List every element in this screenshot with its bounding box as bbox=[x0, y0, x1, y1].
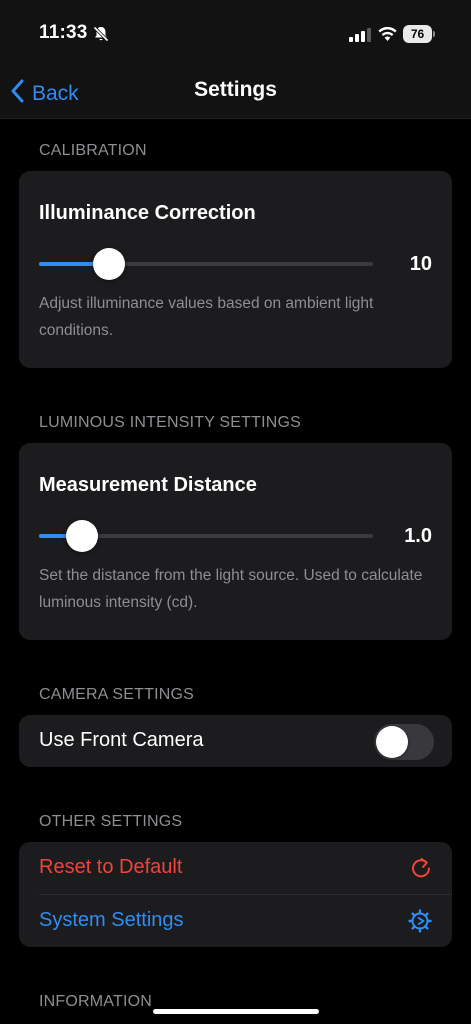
section-header-camera: CAMERA SETTINGS bbox=[39, 686, 195, 703]
section-header-luminous: LUMINOUS INTENSITY SETTINGS bbox=[39, 414, 302, 431]
illuminance-correction-title: Illuminance Correction bbox=[39, 202, 256, 224]
luminous-card: Measurement Distance 1.0 Set the distanc… bbox=[19, 443, 452, 640]
battery-tip bbox=[433, 31, 435, 37]
gear-icon bbox=[408, 909, 432, 938]
navigation-bar: Back Settings bbox=[0, 70, 471, 119]
system-settings-label: System Settings bbox=[39, 909, 184, 931]
page-title: Settings bbox=[194, 78, 277, 101]
status-time: 11:33 bbox=[39, 22, 88, 43]
illuminance-slider[interactable] bbox=[39, 248, 373, 280]
toggle-knob bbox=[376, 726, 408, 758]
distance-slider[interactable] bbox=[39, 520, 373, 552]
status-bar: 11:33 76 bbox=[0, 0, 471, 70]
illuminance-value: 10 bbox=[409, 253, 432, 275]
front-camera-toggle[interactable] bbox=[374, 724, 434, 760]
section-header-information: INFORMATION bbox=[39, 993, 153, 1010]
measurement-distance-title: Measurement Distance bbox=[39, 474, 257, 496]
reset-to-default-row[interactable]: Reset to Default bbox=[19, 842, 452, 895]
other-settings-card: Reset to Default System Settings bbox=[19, 842, 452, 947]
distance-slider-thumb[interactable] bbox=[66, 520, 99, 552]
illuminance-description: Adjust illuminance values based on ambie… bbox=[39, 295, 374, 339]
bell-slash-icon bbox=[92, 25, 110, 48]
settings-screen: 11:33 76 Back Settings CALIBRATION Illum… bbox=[0, 0, 471, 1024]
section-header-other: OTHER SETTINGS bbox=[39, 813, 183, 830]
section-header-calibration: CALIBRATION bbox=[39, 142, 147, 159]
front-camera-label: Use Front Camera bbox=[39, 729, 204, 751]
distance-description: Set the distance from the light source. … bbox=[39, 567, 423, 611]
signal-icon bbox=[349, 28, 371, 47]
reset-icon bbox=[410, 856, 432, 885]
illuminance-slider-thumb[interactable] bbox=[93, 248, 126, 280]
battery-icon: 76 bbox=[403, 25, 432, 43]
distance-value: 1.0 bbox=[404, 525, 432, 547]
reset-to-default-label: Reset to Default bbox=[39, 856, 183, 878]
calibration-card: Illuminance Correction 10 Adjust illumin… bbox=[19, 171, 452, 368]
system-settings-row[interactable]: System Settings bbox=[19, 895, 452, 947]
home-indicator bbox=[153, 1009, 319, 1014]
wifi-icon bbox=[377, 25, 398, 47]
camera-card: Use Front Camera bbox=[19, 715, 452, 767]
